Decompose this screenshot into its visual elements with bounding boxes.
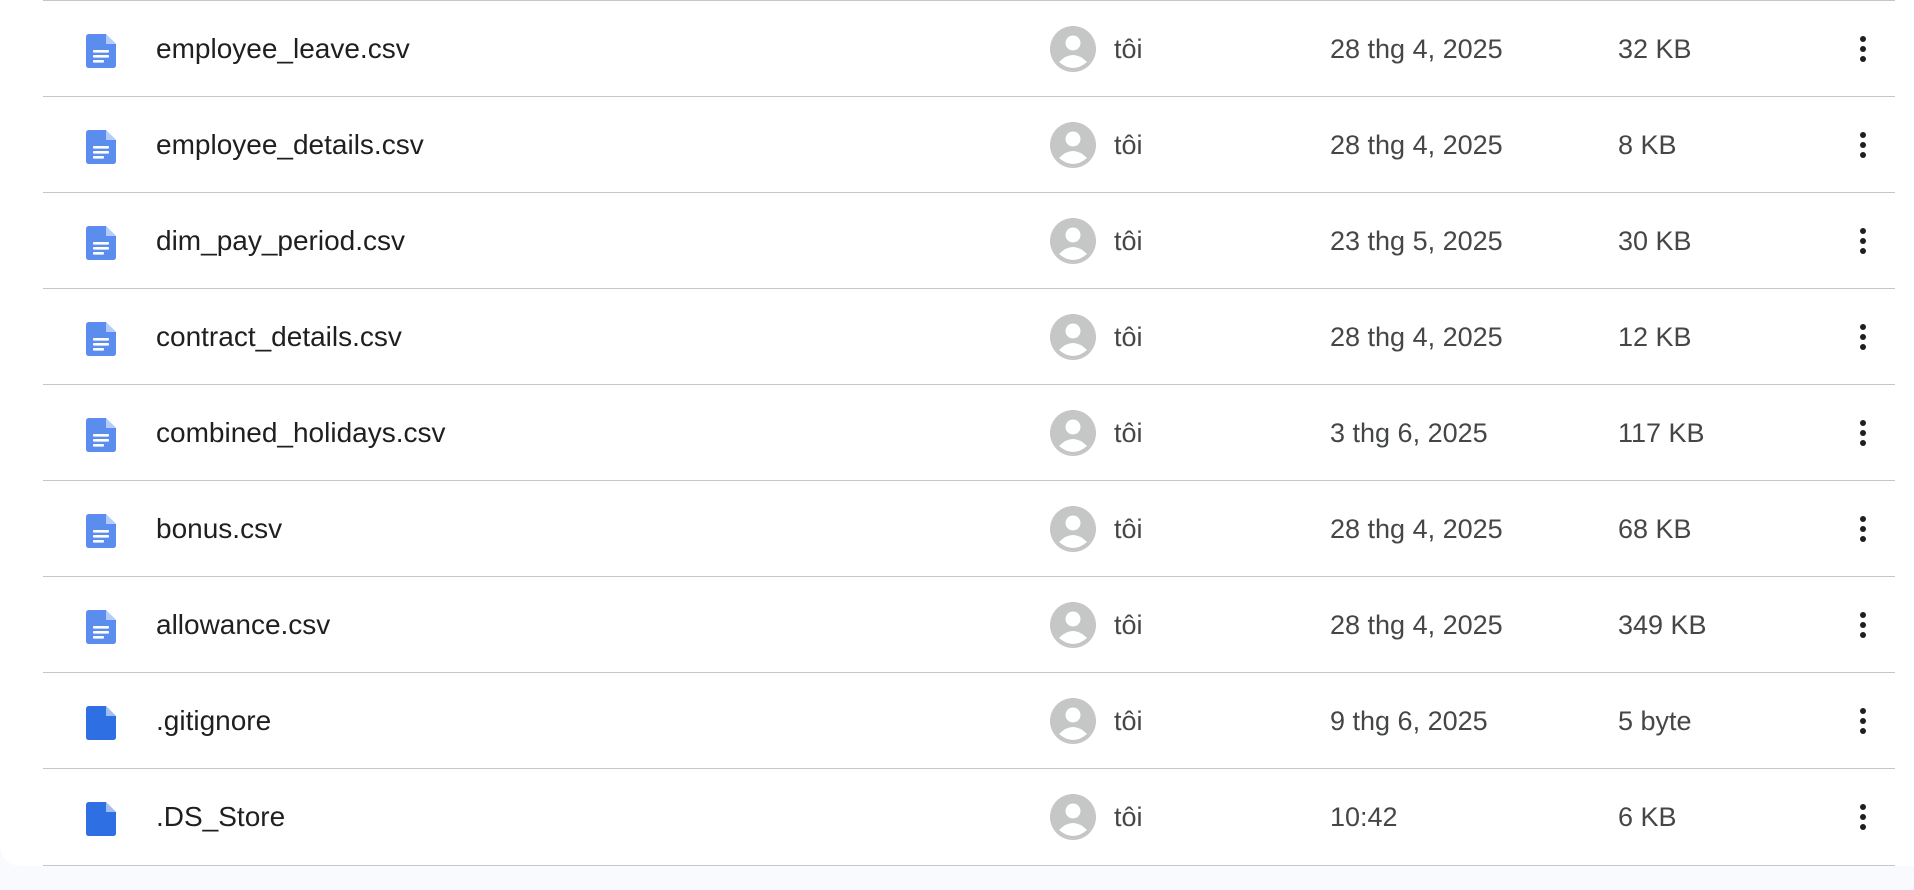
more-vert-icon bbox=[1841, 321, 1885, 353]
more-actions-button[interactable] bbox=[1841, 219, 1885, 263]
more-actions-button[interactable] bbox=[1841, 411, 1885, 455]
modified-date: 10:42 bbox=[1330, 802, 1398, 832]
file-list-panel: employee_leave.csv tôi 28 thg 4, 2025 32… bbox=[0, 0, 1914, 866]
more-vert-icon bbox=[1841, 225, 1885, 257]
document-icon bbox=[86, 514, 116, 548]
modified-date: 9 thg 6, 2025 bbox=[1330, 706, 1488, 736]
file-size: 349 KB bbox=[1618, 610, 1707, 640]
file-list: employee_leave.csv tôi 28 thg 4, 2025 32… bbox=[43, 0, 1895, 866]
document-icon bbox=[86, 226, 116, 260]
file-row[interactable]: bonus.csv tôi 28 thg 4, 2025 68 KB bbox=[43, 480, 1895, 576]
file-size: 5 byte bbox=[1618, 706, 1692, 736]
file-row[interactable]: .gitignore tôi 9 thg 6, 2025 5 byte bbox=[43, 672, 1895, 768]
file-row[interactable]: allowance.csv tôi 28 thg 4, 2025 349 KB bbox=[43, 576, 1895, 672]
file-row[interactable]: employee_leave.csv tôi 28 thg 4, 2025 32… bbox=[43, 0, 1895, 96]
file-row[interactable]: employee_details.csv tôi 28 thg 4, 2025 … bbox=[43, 96, 1895, 192]
modified-date: 23 thg 5, 2025 bbox=[1330, 226, 1503, 256]
more-actions-button[interactable] bbox=[1841, 507, 1885, 551]
more-vert-icon bbox=[1841, 417, 1885, 449]
file-row[interactable]: contract_details.csv tôi 28 thg 4, 2025 … bbox=[43, 288, 1895, 384]
owner-avatar-icon bbox=[1050, 602, 1096, 648]
file-row[interactable]: dim_pay_period.csv tôi 23 thg 5, 2025 30… bbox=[43, 192, 1895, 288]
owner-name: tôi bbox=[1114, 418, 1143, 448]
modified-date: 28 thg 4, 2025 bbox=[1330, 610, 1503, 640]
document-icon bbox=[86, 34, 116, 68]
more-vert-icon bbox=[1841, 33, 1885, 65]
owner-name: tôi bbox=[1114, 226, 1143, 256]
file-size: 32 KB bbox=[1618, 34, 1692, 64]
owner-name: tôi bbox=[1114, 514, 1143, 544]
owner-avatar-icon bbox=[1050, 218, 1096, 264]
owner-name: tôi bbox=[1114, 802, 1143, 832]
owner-avatar-icon bbox=[1050, 410, 1096, 456]
owner-avatar-icon bbox=[1050, 314, 1096, 360]
more-actions-button[interactable] bbox=[1841, 603, 1885, 647]
document-icon bbox=[86, 130, 116, 164]
document-icon bbox=[86, 322, 116, 356]
more-actions-button[interactable] bbox=[1841, 123, 1885, 167]
file-name[interactable]: employee_leave.csv bbox=[156, 1, 410, 97]
owner-avatar-icon bbox=[1050, 698, 1096, 744]
file-size: 117 KB bbox=[1618, 418, 1705, 448]
modified-date: 28 thg 4, 2025 bbox=[1330, 34, 1503, 64]
owner-avatar-icon bbox=[1050, 122, 1096, 168]
owner-avatar-icon bbox=[1050, 794, 1096, 840]
file-name[interactable]: .DS_Store bbox=[156, 769, 285, 865]
owner-name: tôi bbox=[1114, 130, 1143, 160]
more-actions-button[interactable] bbox=[1841, 27, 1885, 71]
owner-name: tôi bbox=[1114, 34, 1143, 64]
owner-avatar-icon bbox=[1050, 26, 1096, 72]
file-name[interactable]: .gitignore bbox=[156, 673, 271, 769]
file-name[interactable]: combined_holidays.csv bbox=[156, 385, 446, 481]
file-icon bbox=[86, 802, 116, 836]
more-vert-icon bbox=[1841, 513, 1885, 545]
file-name[interactable]: dim_pay_period.csv bbox=[156, 193, 405, 289]
more-actions-button[interactable] bbox=[1841, 795, 1885, 839]
more-vert-icon bbox=[1841, 705, 1885, 737]
modified-date: 28 thg 4, 2025 bbox=[1330, 514, 1503, 544]
file-row[interactable]: .DS_Store tôi 10:42 6 KB bbox=[43, 768, 1895, 866]
owner-name: tôi bbox=[1114, 610, 1143, 640]
file-size: 6 KB bbox=[1618, 802, 1677, 832]
file-size: 30 KB bbox=[1618, 226, 1692, 256]
document-icon bbox=[86, 610, 116, 644]
more-vert-icon bbox=[1841, 129, 1885, 161]
owner-name: tôi bbox=[1114, 706, 1143, 736]
more-vert-icon bbox=[1841, 609, 1885, 641]
modified-date: 3 thg 6, 2025 bbox=[1330, 418, 1488, 448]
file-icon bbox=[86, 706, 116, 740]
owner-avatar-icon bbox=[1050, 506, 1096, 552]
modified-date: 28 thg 4, 2025 bbox=[1330, 130, 1503, 160]
file-name[interactable]: contract_details.csv bbox=[156, 289, 402, 385]
file-size: 8 KB bbox=[1618, 130, 1677, 160]
file-row[interactable]: combined_holidays.csv tôi 3 thg 6, 2025 … bbox=[43, 384, 1895, 480]
more-actions-button[interactable] bbox=[1841, 699, 1885, 743]
file-size: 68 KB bbox=[1618, 514, 1692, 544]
more-actions-button[interactable] bbox=[1841, 315, 1885, 359]
modified-date: 28 thg 4, 2025 bbox=[1330, 322, 1503, 352]
file-name[interactable]: employee_details.csv bbox=[156, 97, 424, 193]
file-name[interactable]: allowance.csv bbox=[156, 577, 330, 673]
owner-name: tôi bbox=[1114, 322, 1143, 352]
document-icon bbox=[86, 418, 116, 452]
file-size: 12 KB bbox=[1618, 322, 1692, 352]
file-name[interactable]: bonus.csv bbox=[156, 481, 282, 577]
more-vert-icon bbox=[1841, 801, 1885, 833]
